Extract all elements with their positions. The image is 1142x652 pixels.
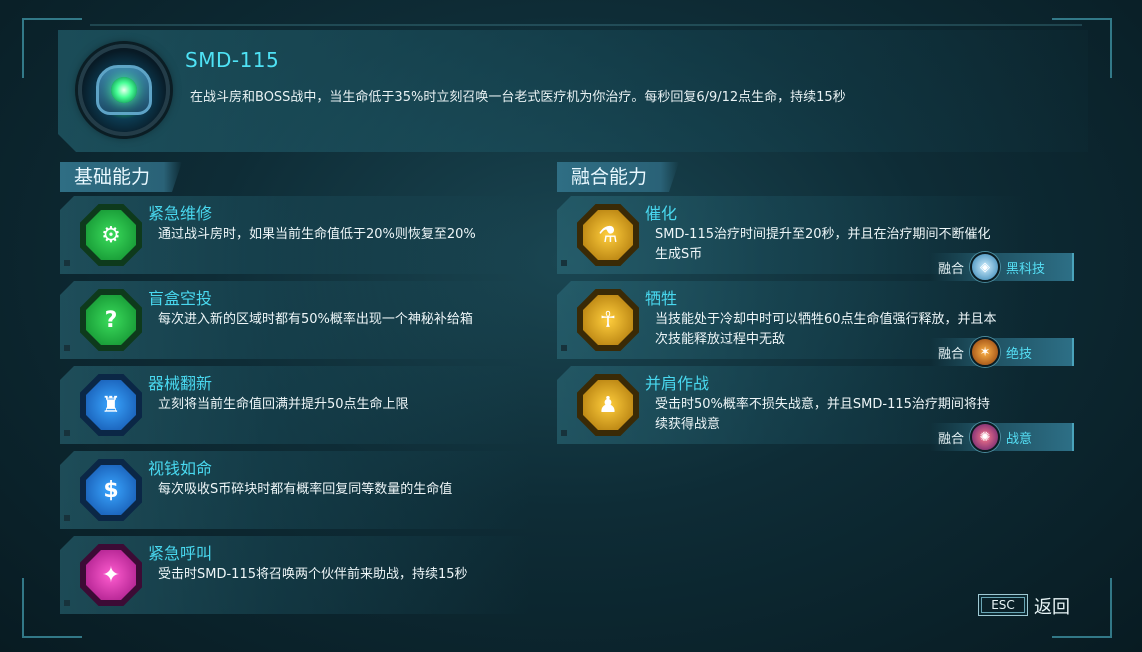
helmet-icon: [96, 65, 152, 115]
fusion-tag-3[interactable]: 融合 ✺ 战意: [930, 422, 1074, 452]
ability-row-basic-5[interactable]: ✦ 紧急呼叫 受击时SMD-115将召唤两个伙伴前来助战，持续15秒: [60, 536, 530, 614]
ability-row-basic-3[interactable]: ♜ 器械翻新 立刻将当前生命值回满并提升50点生命上限: [60, 366, 530, 444]
fusion-tag-2[interactable]: 融合 ✶ 绝技: [930, 337, 1074, 367]
warrior-icon: ✶: [970, 337, 1001, 367]
fusion-tag-name: 战意: [1006, 431, 1033, 447]
ability-row-basic-2[interactable]: ? 盲盒空投 每次进入新的区域时都有50%概率出现一个神秘补给箱: [60, 281, 530, 359]
sacrifice-icon: ☥: [583, 295, 633, 345]
boss-name: SMD-115: [185, 48, 280, 72]
catalyst-icon: ⚗: [583, 210, 633, 260]
fusion-tag-label: 融合: [938, 346, 965, 362]
summon-icon: ✦: [86, 550, 136, 600]
ability-desc: 每次吸收S币碎块时都有概率回复同等数量的生命值: [158, 482, 453, 497]
fusion-tag-1[interactable]: 融合 ◈ 黑科技: [930, 252, 1074, 282]
cube-icon: ◈: [970, 252, 1001, 282]
ability-desc: 每次进入新的区域时都有50%概率出现一个神秘补给箱: [158, 312, 473, 327]
fusion-tag-label: 融合: [938, 431, 965, 447]
top-decor-line: [90, 24, 1082, 26]
mech-icon: ✺: [970, 422, 1001, 452]
ability-row-basic-1[interactable]: ⚙ 紧急维修 通过战斗房时，如果当前生命值低于20%则恢复至20%: [60, 196, 530, 274]
robot-icon: ♜: [86, 380, 136, 430]
ability-row-basic-4[interactable]: $ 视钱如命 每次吸收S币碎块时都有概率回复同等数量的生命值: [60, 451, 530, 529]
ability-desc: 通过战斗房时，如果当前生命值低于20%则恢复至20%: [158, 227, 476, 242]
esc-key-button[interactable]: ESC: [978, 594, 1028, 616]
gear-icon: ⚙: [86, 210, 136, 260]
section-fusion-abilities: 融合能力: [557, 162, 679, 192]
ability-desc: 受击时SMD-115将召唤两个伙伴前来助战，持续15秒: [158, 567, 468, 582]
mystery-box-icon: ?: [86, 295, 136, 345]
ability-title: 盲盒空投: [148, 289, 213, 308]
ability-desc: 立刻将当前生命值回满并提升50点生命上限: [158, 397, 409, 412]
boss-description: 在战斗房和BOSS战中，当生命低于35%时立刻召唤一台老式医疗机为你治疗。每秒回…: [190, 90, 846, 105]
ability-title: 并肩作战: [645, 374, 710, 393]
ability-title: 器械翻新: [148, 374, 213, 393]
section-basic-abilities: 基础能力: [60, 162, 182, 192]
coin-icon: $: [86, 465, 136, 515]
boss-portrait: [78, 44, 170, 136]
fusion-tag-label: 融合: [938, 261, 965, 277]
fusion-tag-name: 绝技: [1006, 346, 1033, 362]
ability-title: 催化: [645, 204, 678, 223]
ability-title: 紧急维修: [148, 204, 213, 223]
ability-title: 紧急呼叫: [148, 544, 213, 563]
back-button[interactable]: 返回: [1034, 593, 1070, 619]
allies-icon: ♟: [583, 380, 633, 430]
ability-title: 视钱如命: [148, 459, 213, 478]
fusion-tag-name: 黑科技: [1006, 261, 1046, 277]
ability-title: 牺牲: [645, 289, 678, 308]
